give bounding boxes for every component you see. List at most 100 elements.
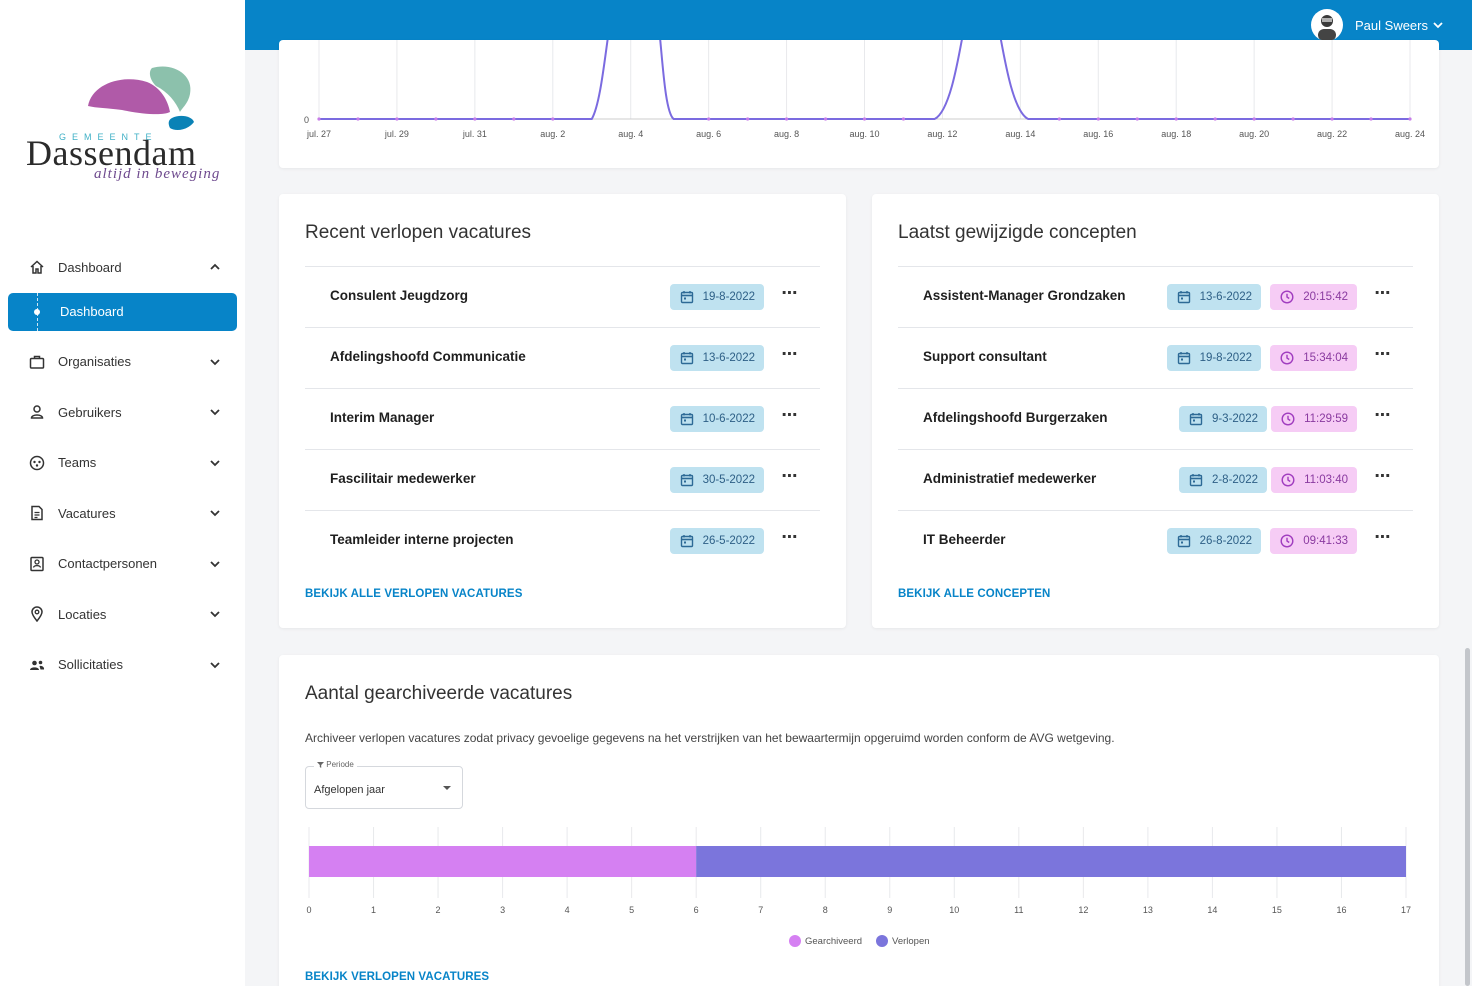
x-tick-label: 17 [1401,905,1411,915]
sidebar-item-gebruikers[interactable]: Gebruikers [0,387,245,438]
data-point[interactable] [901,117,906,121]
list-item-title[interactable]: Assistent-Manager Grondzaken [923,288,1126,303]
list-item-title[interactable]: Fascilitair medewerker [330,471,476,486]
data-point[interactable] [862,117,867,121]
calendar-icon [680,474,693,487]
x-tick-label: 7 [758,905,763,915]
data-point[interactable] [1057,117,1061,121]
calendar-icon [680,413,693,426]
data-point[interactable] [1096,117,1100,121]
chevron-up-icon [210,263,220,270]
list-item[interactable]: Interim Manager 10-6-2022 ⋯ [305,388,820,449]
data-point[interactable] [434,117,438,121]
legend-swatch-verlopen [876,935,889,947]
list-item[interactable]: Assistent-Manager Grondzaken 20:15:42 13-6… [898,266,1413,327]
municipality-logo[interactable]: GEMEENTE Dassendam altijd in beweging [22,62,232,202]
data-point[interactable] [473,117,477,121]
data-point[interactable] [317,117,321,121]
list-item-title[interactable]: Administratief medewerker [923,471,1096,486]
sidebar-item-teams[interactable]: Teams [0,438,245,489]
sidebar-item-label: Contactpersonen [58,556,158,572]
user-name: Paul Sweers [1355,17,1428,33]
card-title: Laatst gewijzigde concepten [898,222,1137,243]
data-point[interactable] [1174,117,1178,121]
calendar-icon [1177,291,1190,304]
data-point[interactable] [784,117,789,121]
sidebar-item-label: Vacatures [58,505,116,521]
view-all-expired-link[interactable]: BEKIJK ALLE VERLOPEN VACATURES [305,588,522,600]
data-point[interactable] [707,117,711,121]
list-item[interactable]: Afdelingshoofd Burgerzaken 11:29:59 9-3-20… [898,388,1413,449]
x-tick-label: aug. 12 [927,129,957,139]
sidebar-item-organisaties[interactable]: Organisaties [0,337,245,388]
more-options-icon[interactable]: ⋯ [1375,347,1392,363]
legend-label-gearchiveerd[interactable]: Gearchiveerd [805,936,862,947]
bar-gearchiveerd[interactable] [309,846,697,877]
data-point[interactable] [1213,117,1217,121]
more-options-icon[interactable]: ⋯ [1375,408,1392,424]
list-item-title[interactable]: Afdelingshoofd Communicatie [330,349,526,364]
date-badge: 10-6-2022 [669,406,764,432]
list-item-title[interactable]: Consulent Jeugdzorg [330,288,468,303]
clock-icon [1280,351,1294,365]
list-item[interactable]: Administratief medewerker 11:03:40 2-8-202… [898,449,1413,510]
clock-icon [1281,412,1295,426]
list-item[interactable]: IT Beheerder 09:41:33 26-8-2022 ⋯ [898,510,1413,571]
data-point[interactable] [1408,117,1412,121]
sidebar-item-vacatures[interactable]: Vacatures [0,488,245,539]
date-badge: 19-8-2022 [1166,345,1261,371]
data-point[interactable] [1291,117,1295,121]
list-item[interactable]: Teamleider interne projecten 26-5-2022 ⋯ [305,510,820,571]
view-all-concepts-link[interactable]: BEKIJK ALLE CONCEPTEN [898,588,1050,600]
x-tick-label: 11 [1014,905,1023,915]
more-options-icon[interactable]: ⋯ [782,408,799,424]
x-tick-label: 12 [1078,905,1088,915]
view-expired-vacatures-link[interactable]: BEKIJK VERLOPEN VACATURES [305,971,489,983]
legend-swatch-gearchiveerd [789,935,801,947]
list-item-title[interactable]: Afdelingshoofd Burgerzaken [923,410,1108,425]
list-item-title[interactable]: Interim Manager [330,410,434,425]
data-point[interactable] [1369,117,1373,121]
data-point[interactable] [551,117,555,121]
more-options-icon[interactable]: ⋯ [1375,530,1392,546]
list-item[interactable]: Afdelingshoofd Communicatie 13-6-2022 ⋯ [305,327,820,388]
legend-label-verlopen[interactable]: Verlopen [892,936,930,947]
x-tick-label: 16 [1336,905,1346,915]
page-scrollbar[interactable] [1465,648,1470,986]
data-point[interactable] [395,117,399,121]
list-item[interactable]: Consulent Jeugdzorg 19-8-2022 ⋯ [305,266,820,327]
more-options-icon[interactable]: ⋯ [782,469,799,485]
data-point[interactable] [1330,117,1334,121]
data-point[interactable] [1135,117,1139,121]
chart-legend: Gearchiveerd Verlopen [789,935,930,947]
more-options-icon[interactable]: ⋯ [782,347,799,363]
sidebar-item-sollicitaties[interactable]: Sollicitaties [0,640,245,691]
time-badge: 15:34:04 [1270,345,1357,371]
data-point[interactable] [512,117,516,121]
more-options-icon[interactable]: ⋯ [1375,286,1392,302]
user-menu[interactable]: Paul Sweers [1311,9,1444,41]
sidebar-subitem-dashboard[interactable]: Dashboard [8,292,237,331]
list-item-title[interactable]: Teamleider interne projecten [330,532,514,547]
list-item[interactable]: Fascilitair medewerker 30-5-2022 ⋯ [305,449,820,510]
list-item-title[interactable]: IT Beheerder [923,532,1006,547]
data-point[interactable] [356,117,360,121]
sidebar-item-locaties[interactable]: Locaties [0,589,245,640]
active-dot-icon [34,308,40,315]
y-tick-label: 0 [304,115,309,125]
sidebar-item-dashboard[interactable]: Dashboard [0,242,245,293]
more-options-icon[interactable]: ⋯ [782,286,799,302]
data-point[interactable] [823,117,828,121]
sidebar-item-contactpersonen[interactable]: Contactpersonen [0,539,245,590]
list-item-title[interactable]: Support consultant [923,349,1047,364]
more-options-icon[interactable]: ⋯ [1375,469,1392,485]
x-tick-label: 14 [1207,905,1217,915]
time-badge: 11:29:59 [1271,406,1357,432]
x-tick-label: aug. 8 [774,129,799,139]
data-point[interactable] [746,117,750,121]
more-options-icon[interactable]: ⋯ [782,530,799,546]
bar-verlopen[interactable] [696,846,1406,877]
list-item[interactable]: Support consultant 15:34:04 19-8-2022 ⋯ [898,327,1413,388]
data-point[interactable] [1252,117,1256,121]
chevron-down-icon [1433,22,1443,29]
